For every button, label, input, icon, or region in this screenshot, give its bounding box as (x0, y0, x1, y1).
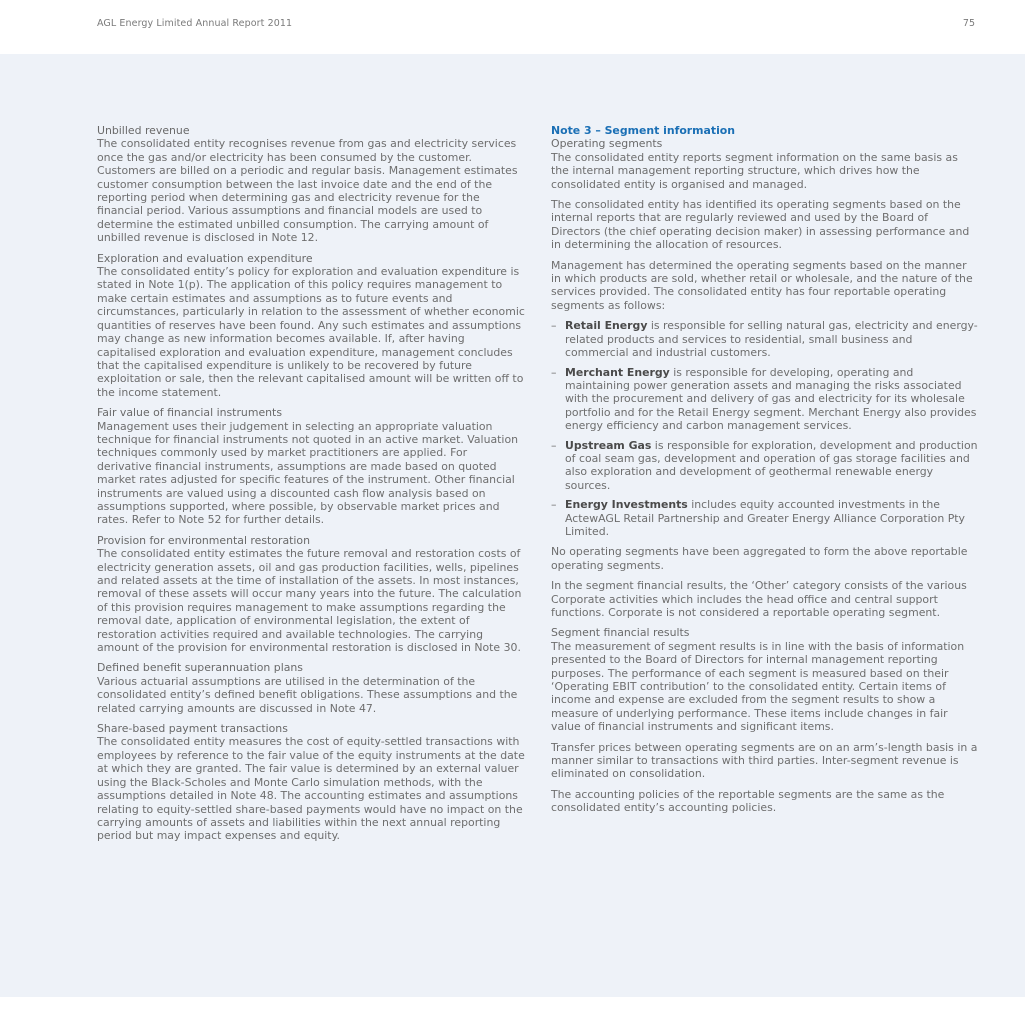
section-heading: Exploration and evaluation expenditure (97, 251, 313, 265)
section-text: The consolidated entity estimates the fu… (97, 547, 522, 655)
dash-bullet: – (551, 498, 557, 512)
dash-bullet: – (551, 365, 557, 379)
segment-results-heading: Segment financial results (551, 626, 690, 640)
paragraph: Transfer prices between operating segmen… (551, 740, 978, 781)
segment-item-merchant-energy: – Merchant Energy is responsible for deve… (551, 366, 979, 433)
segment-list: – Retail Energy is responsible for sellin… (551, 319, 979, 538)
operating-segments-heading: Operating segments (551, 137, 663, 151)
note-title: Note 3 – Segment information (551, 124, 736, 137)
dash-bullet: – (551, 319, 557, 333)
page-header: AGL Energy Limited Annual Report 2011 75 (0, 0, 1025, 54)
report-title: AGL Energy Limited Annual Report 2011 (97, 18, 293, 29)
section-heading: Provision for environmental restoration (97, 533, 310, 547)
section-text: The consolidated entity measures the cos… (97, 735, 525, 843)
section-heading: Defined benefit superannuation plans (97, 661, 303, 675)
section-share-based-payment: Share-based payment transactions The con… (97, 722, 525, 843)
section-text: The consolidated entity recognises reven… (97, 137, 518, 245)
segment-item-energy-investments: – Energy Investments includes equity acco… (551, 498, 979, 538)
paragraph: The consolidated entity reports segment … (551, 150, 958, 191)
section-text: The consolidated entity’s policy for exp… (97, 265, 525, 399)
section-text: Various actuarial assumptions are utilis… (97, 674, 518, 715)
section-fair-value: Fair value of financial instruments Mana… (97, 406, 525, 527)
section-heading: Fair value of financial instruments (97, 406, 282, 420)
segment-name: Energy Investments (565, 498, 688, 512)
section-heading: Share-based payment transactions (97, 722, 288, 736)
paragraph: The accounting policies of the reportabl… (551, 787, 945, 815)
paragraph: In the segment financial results, the ‘O… (551, 579, 967, 619)
dash-bullet: – (551, 438, 557, 452)
paragraph: No operating segments have been aggregat… (551, 545, 968, 572)
paragraph: The consolidated entity has identified i… (551, 198, 970, 252)
segment-item-upstream-gas: – Upstream Gas is responsible for explora… (551, 439, 979, 493)
segment-item-retail-energy: – Retail Energy is responsible for sellin… (551, 319, 979, 359)
segment-name: Upstream Gas (565, 438, 652, 452)
page-number: 75 (962, 18, 975, 29)
left-column: Unbilled revenue The consolidated entity… (97, 124, 525, 850)
bottom-strip (0, 997, 1025, 1025)
section-environmental-restoration: Provision for environmental restoration … (97, 534, 525, 655)
paragraph: Management has determined the operating … (551, 258, 973, 312)
right-column: Note 3 – Segment information Operating s… (551, 124, 979, 822)
segment-name: Retail Energy (565, 319, 648, 333)
section-heading: Unbilled revenue (97, 124, 190, 137)
section-exploration-expenditure: Exploration and evaluation expenditure T… (97, 252, 525, 399)
section-unbilled-revenue: Unbilled revenue The consolidated entity… (97, 124, 525, 245)
section-superannuation: Defined benefit superannuation plans Var… (97, 661, 525, 715)
paragraph: The measurement of segment results is in… (551, 639, 965, 734)
segment-name: Merchant Energy (565, 365, 670, 379)
section-text: Management uses their judgement in selec… (97, 419, 519, 527)
